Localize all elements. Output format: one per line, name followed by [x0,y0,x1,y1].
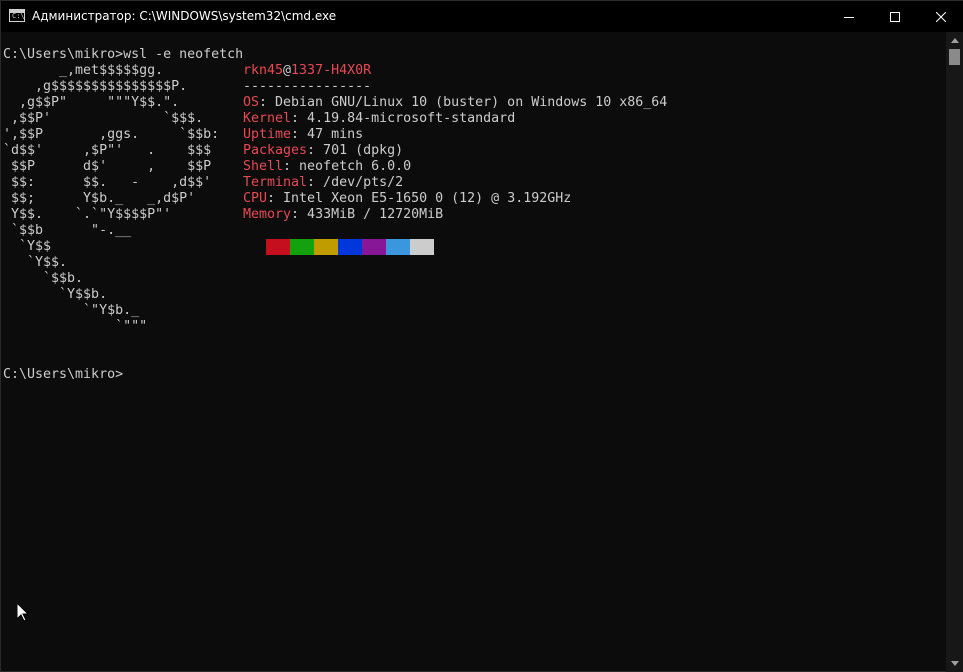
ascii-art-line: ,g$$$$$$$$$$$$$$$P. [3,79,188,94]
cmd-icon-glyph: C:\ [12,12,25,20]
palette-swatch [314,239,338,255]
at-sign: @ [283,63,292,78]
info-line-os: OS: Debian GNU/Linux 10 (buster) on Wind… [243,95,667,111]
info-key: CPU [243,191,268,206]
chevron-up-icon [950,38,959,43]
color-palette [266,239,434,255]
info-key: Memory [243,207,292,222]
info-key: OS [243,95,260,110]
info-line-shell: Shell: neofetch 6.0.0 [243,159,411,175]
mouse-pointer-icon [16,601,30,626]
ascii-art-line: `"Y$b._ [3,303,140,318]
info-key: Kernel [243,111,292,126]
ascii-art-line: $$; Y$b._ _,d$P' [3,191,196,206]
palette-swatch [338,239,362,255]
close-button[interactable] [918,1,963,32]
info-separator: ---------------- [243,79,372,94]
command-line: C:\Users\mikro>wsl -e neofetch [3,47,244,62]
ascii-art-line: ',$$P ,ggs. `$$b: [3,127,220,142]
info-key: Packages [243,143,308,158]
info-line-kernel: Kernel: 4.19.84-microsoft-standard [243,111,515,127]
info-value: : neofetch 6.0.0 [283,159,412,174]
info-line-memory: Memory: 433MiB / 12720MiB [243,207,443,223]
chevron-down-icon [950,661,959,666]
info-key: Terminal [243,175,308,190]
ascii-art-line: $$P d$' , $$P [3,159,212,174]
ascii-art-line: ,g$$P" """Y$$.". [3,95,180,110]
ascii-art-line: `Y$$b. [3,287,108,302]
minimize-button[interactable] [826,1,872,32]
info-value: : 433MiB / 12720MiB [291,207,444,222]
info-value: : Intel Xeon E5-1650 0 (12) @ 3.192GHz [267,191,572,206]
user-name: rkn45 [243,63,284,78]
prompt-line: C:\Users\mikro> [3,367,124,382]
ascii-art-line: `Y$$. [3,255,68,270]
cmd-window: C:\ Администратор: C:\WINDOWS\system32\c… [0,0,963,672]
close-icon [936,11,946,22]
ascii-art-line: `$$b "-.__ [3,223,132,238]
host-name: 1337-H4X0R [291,63,372,78]
ascii-art-line: `""" [3,319,148,334]
maximize-button[interactable] [872,1,918,32]
info-key: Uptime [243,127,292,142]
info-line-uptime: Uptime: 47 mins [243,127,363,143]
minimize-icon [844,16,854,18]
window-title: Администратор: C:\WINDOWS\system32\cmd.e… [32,9,337,23]
palette-swatch [410,239,434,255]
title-bar[interactable]: C:\ Администратор: C:\WINDOWS\system32\c… [1,1,963,32]
maximize-icon [890,11,900,22]
user-host-line: rkn45@1337-H4X0R [243,63,371,79]
info-key: Shell [243,159,284,174]
info-value: : 4.19.84-microsoft-standard [291,111,516,126]
ascii-art-line: `$$b. [3,271,84,286]
info-value: : /dev/pts/2 [307,175,404,190]
palette-swatch [266,239,290,255]
palette-swatch [362,239,386,255]
scroll-down-button[interactable] [946,655,963,672]
info-line-cpu: CPU: Intel Xeon E5-1650 0 (12) @ 3.192GH… [243,191,571,207]
cmd-app-icon[interactable]: C:\ [9,9,25,22]
ascii-art-line: Y$$. `.`"Y$$$$P"' [3,207,172,222]
info-value: : Debian GNU/Linux 10 (buster) on Window… [259,95,668,110]
info-line-terminal: Terminal: /dev/pts/2 [243,175,403,191]
ascii-art-line: `d$$' ,$P"' . $$$ [3,143,212,158]
info-value: : 701 (dpkg) [307,143,404,158]
palette-swatch [386,239,410,255]
palette-swatch [290,239,314,255]
ascii-art-line: $$: $$. - ,d$$' [3,175,212,190]
console-output[interactable]: C:\Users\mikro>wsl -e neofetch _,met$$$$… [1,32,946,672]
vertical-scrollbar[interactable] [946,32,963,672]
info-line-packages: Packages: 701 (dpkg) [243,143,403,159]
ascii-art-line: _,met$$$$$gg. [3,63,164,78]
scroll-thumb[interactable] [949,49,960,65]
info-value: : 47 mins [291,127,364,142]
ascii-art-line: ,$$P' `$$$. [3,111,204,126]
scroll-up-button[interactable] [946,32,963,49]
ascii-art-line: `Y$$ [3,239,52,254]
